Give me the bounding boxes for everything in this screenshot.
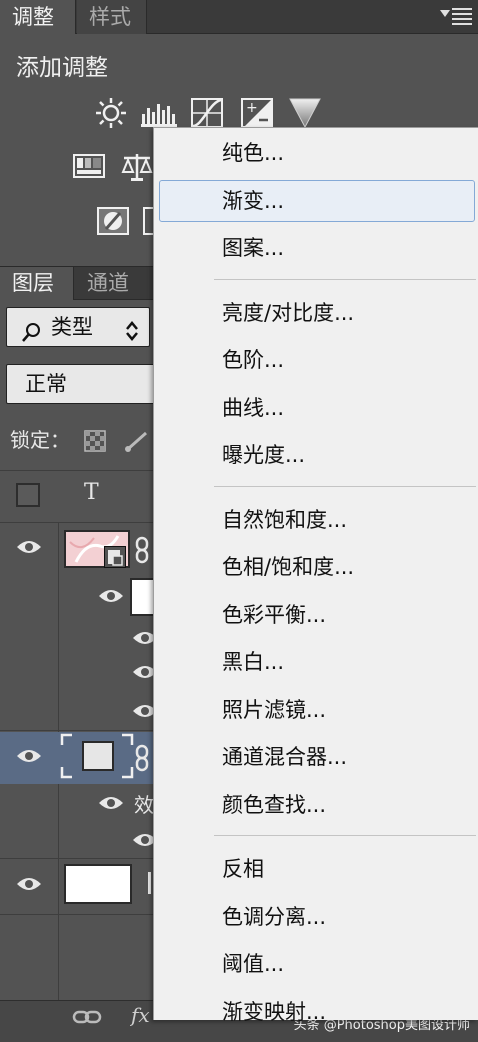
lock-label: 锁定： [10, 428, 70, 452]
search-icon [21, 317, 43, 355]
blend-mode-select[interactable]: 正常 [6, 364, 156, 404]
svg-text:fx: fx [130, 1003, 150, 1027]
panel-menu-icon[interactable] [440, 8, 472, 26]
eye-icon[interactable] [16, 748, 42, 764]
menu-item[interactable]: 自然饱和度... [154, 499, 478, 541]
menu-separator [214, 485, 476, 487]
eye-icon[interactable] [16, 876, 42, 892]
layer-filter-select[interactable]: 类型 [6, 307, 150, 347]
menu-separator [214, 835, 476, 836]
menu-item[interactable]: 色彩平衡... [154, 594, 478, 636]
updown-arrow-icon [125, 316, 139, 354]
menu-item[interactable]: 可选颜色... [154, 1038, 478, 1042]
tab-styles[interactable]: 样式 [77, 0, 147, 34]
layer-name-edge [148, 872, 151, 894]
smart-object-icon [104, 546, 126, 568]
adjustment-dropdown-menu: 纯色... 渐变... 图案... 亮度/对比度... 色阶... 曲线... 曝光度...… [153, 127, 478, 1024]
menu-item[interactable]: 渐变映射... [154, 991, 478, 1033]
menu-item[interactable]: 反相 [154, 848, 478, 890]
menu-item[interactable]: 黑白... [154, 641, 478, 683]
eye-icon[interactable] [98, 795, 124, 811]
filter-type-label: 类型 [51, 315, 93, 339]
invert-icon[interactable] [96, 205, 130, 239]
link-icon[interactable] [134, 536, 150, 568]
eye-icon[interactable] [98, 588, 124, 604]
tab-layers[interactable]: 图层 [0, 267, 74, 300]
color-balance-icon[interactable] [120, 150, 154, 184]
menu-item[interactable]: 颜色查找... [154, 784, 478, 826]
vibrance-icon[interactable] [72, 152, 106, 186]
menu-item[interactable]: 图案... [154, 227, 478, 269]
add-adjustment-title: 添加调整 [16, 55, 108, 81]
svg-text:+: + [246, 100, 258, 116]
menu-item[interactable]: 色调分离... [154, 896, 478, 938]
levels-icon[interactable] [140, 96, 177, 130]
menu-item[interactable]: 阈值... [154, 943, 478, 985]
link-layers-icon[interactable] [72, 1008, 102, 1030]
menu-item[interactable]: 亮度/对比度... [154, 292, 478, 334]
menu-item[interactable]: 照片滤镜... [154, 689, 478, 731]
curves-icon[interactable] [190, 96, 224, 130]
lock-brush-icon[interactable] [124, 430, 150, 456]
effects-label: 效 [134, 793, 154, 817]
filter-type-glyph[interactable]: T [84, 480, 99, 505]
exposure-icon[interactable]: + [240, 96, 274, 130]
menu-item[interactable]: 纯色... [154, 132, 478, 174]
link-icon[interactable] [134, 744, 150, 776]
menu-item[interactable]: 色阶... [154, 339, 478, 381]
triangle-icon[interactable] [288, 96, 322, 130]
background-layer-thumbnail[interactable] [64, 864, 132, 904]
menu-item[interactable]: 曲线... [154, 387, 478, 429]
brightness-icon[interactable] [94, 96, 128, 130]
menu-item[interactable]: 渐变... [159, 179, 475, 222]
menu-separator [214, 278, 476, 280]
lock-transparent-icon[interactable] [84, 430, 106, 456]
tab-channels[interactable]: 通道 [75, 267, 155, 300]
filter-pixel-checkbox[interactable] [16, 483, 40, 507]
menu-item[interactable]: 色相/饱和度... [154, 546, 478, 588]
adjust-tabbar: 调整 样式 [0, 0, 478, 34]
eye-icon[interactable] [16, 539, 42, 555]
tab-adjustments[interactable]: 调整 [0, 0, 76, 34]
menu-item[interactable]: 曝光度... [154, 434, 478, 476]
menu-item[interactable]: 通道混合器... [154, 736, 478, 778]
layer-thumbnail-shape[interactable] [82, 741, 114, 771]
